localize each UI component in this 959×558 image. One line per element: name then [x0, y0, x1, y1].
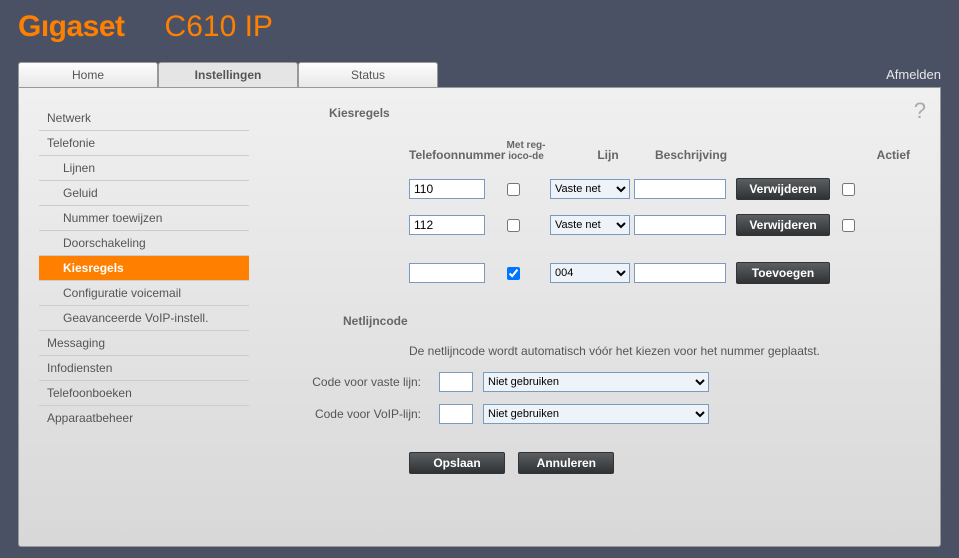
- fixed-code-input[interactable]: [439, 372, 473, 392]
- new-rule-row: 004 Toevoegen: [409, 262, 920, 284]
- sidebar-item-infoservices[interactable]: Infodiensten: [39, 355, 249, 380]
- voip-code-input[interactable]: [439, 404, 473, 424]
- fixed-line-label: Code voor vaste lijn:: [269, 375, 439, 389]
- desc-input[interactable]: [634, 179, 726, 199]
- voip-line-label: Code voor VoIP-lijn:: [269, 407, 439, 421]
- tab-status[interactable]: Status: [298, 62, 438, 87]
- line-select[interactable]: Vaste net: [550, 179, 630, 199]
- netline-info: De netlijncode wordt automatisch vóór he…: [409, 344, 920, 358]
- sidebar-item-forwarding[interactable]: Doorschakeling: [39, 230, 249, 255]
- area-checkbox-new[interactable]: [507, 267, 520, 280]
- save-button[interactable]: Opslaan: [409, 452, 505, 474]
- sidebar-item-messaging[interactable]: Messaging: [39, 330, 249, 355]
- footer-buttons: Opslaan Annuleren: [409, 452, 920, 474]
- sidebar-item-audio[interactable]: Geluid: [39, 180, 249, 205]
- sidebar-item-network[interactable]: Netwerk: [39, 106, 249, 130]
- tab-home[interactable]: Home: [18, 62, 158, 87]
- phone-input[interactable]: [409, 215, 485, 235]
- sidebar-item-lines[interactable]: Lijnen: [39, 155, 249, 180]
- add-button[interactable]: Toevoegen: [736, 262, 830, 284]
- logout-link[interactable]: Afmelden: [886, 67, 941, 82]
- col-phone: Telefoonnummer: [409, 148, 505, 162]
- header: Gıgaset C610 IP: [0, 0, 959, 62]
- sidebar: Netwerk Telefonie Lijnen Geluid Nummer t…: [39, 106, 259, 516]
- tab-bar: Home Instellingen Status Afmelden: [0, 62, 959, 87]
- col-active: Actief: [877, 148, 910, 162]
- sidebar-item-phonebooks[interactable]: Telefoonboeken: [39, 380, 249, 405]
- sidebar-item-voicemail[interactable]: Configuratie voicemail: [39, 280, 249, 305]
- main-panel: ? Netwerk Telefonie Lijnen Geluid Nummer…: [18, 87, 941, 547]
- rule-row: Vaste net Verwijderen: [409, 178, 920, 200]
- line-select[interactable]: Vaste net: [550, 215, 630, 235]
- voip-mode-select[interactable]: Niet gebruiken: [483, 404, 709, 424]
- area-checkbox[interactable]: [507, 219, 520, 232]
- active-checkbox[interactable]: [842, 219, 855, 232]
- cancel-button[interactable]: Annuleren: [518, 452, 614, 474]
- section-title-netline: Netlijncode: [269, 314, 920, 328]
- desc-input[interactable]: [634, 215, 726, 235]
- table-header: Telefoonnummer Met reg-ioco-de Lijn Besc…: [409, 140, 920, 162]
- sidebar-item-telephony[interactable]: Telefonie: [39, 130, 249, 155]
- voip-line-row: Code voor VoIP-lijn: Niet gebruiken: [269, 404, 920, 424]
- rule-row: Vaste net Verwijderen: [409, 214, 920, 236]
- sidebar-item-adv-voip[interactable]: Geavanceerde VoIP-instell.: [39, 305, 249, 330]
- content-area: Kiesregels Telefoonnummer Met reg-ioco-d…: [259, 106, 920, 516]
- sidebar-item-device[interactable]: Apparaatbeheer: [39, 405, 249, 430]
- tab-settings[interactable]: Instellingen: [158, 62, 298, 87]
- fixed-mode-select[interactable]: Niet gebruiken: [483, 372, 709, 392]
- fixed-line-row: Code voor vaste lijn: Niet gebruiken: [269, 372, 920, 392]
- line-select-new[interactable]: 004: [550, 263, 630, 283]
- model-label: C610 IP: [165, 10, 273, 44]
- delete-button[interactable]: Verwijderen: [736, 214, 830, 236]
- col-line: Lijn: [565, 148, 651, 162]
- col-area: Met reg-ioco-de: [505, 140, 547, 162]
- col-desc: Beschrijving: [655, 148, 765, 162]
- desc-input-new[interactable]: [634, 263, 726, 283]
- section-title-dialplans: Kiesregels: [269, 106, 920, 120]
- active-checkbox[interactable]: [842, 183, 855, 196]
- phone-input[interactable]: [409, 179, 485, 199]
- area-checkbox[interactable]: [507, 183, 520, 196]
- delete-button[interactable]: Verwijderen: [736, 178, 830, 200]
- phone-input-new[interactable]: [409, 263, 485, 283]
- sidebar-item-dialplans[interactable]: Kiesregels: [39, 255, 249, 280]
- sidebar-item-number-assign[interactable]: Nummer toewijzen: [39, 205, 249, 230]
- brand-logo: Gıgaset: [18, 10, 125, 44]
